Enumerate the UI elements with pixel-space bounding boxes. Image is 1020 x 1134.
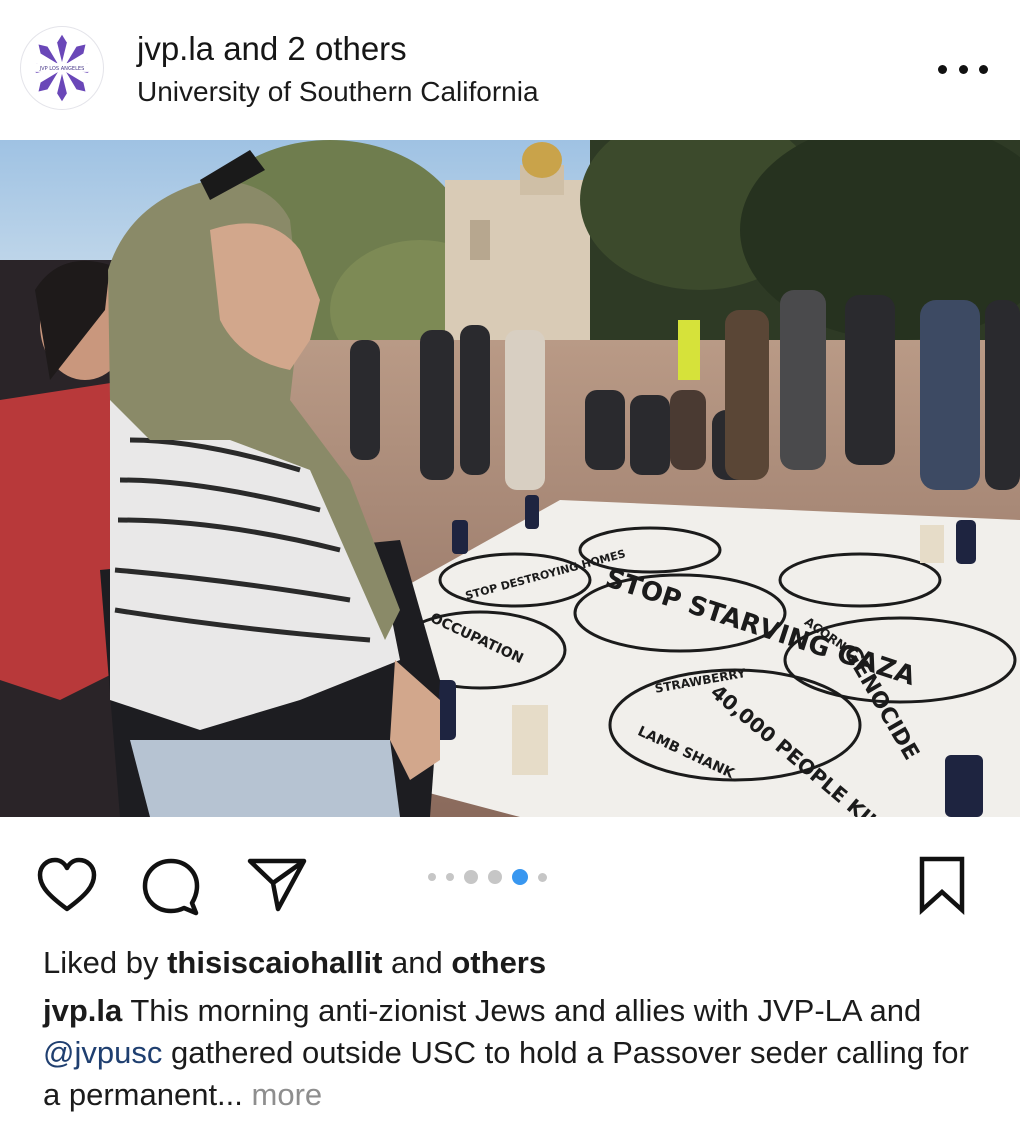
comment-icon[interactable] (140, 855, 202, 917)
caption-author-link[interactable]: jvp.la (43, 993, 122, 1028)
carousel-dot (428, 873, 436, 881)
post-location[interactable]: University of Southern California (137, 75, 539, 109)
account-name[interactable]: jvp.la and 2 others (137, 30, 407, 68)
caption-text-part-1: This morning anti-zionist Jews and allie… (122, 993, 922, 1028)
account-avatar[interactable]: JVP LOS ANGELES (20, 26, 104, 110)
share-icon[interactable] (246, 853, 308, 915)
liked-by-others-link[interactable]: others (451, 945, 546, 980)
post-caption: Liked by thisiscaiohallit and others jvp… (43, 942, 993, 1116)
mention-link[interactable]: @jvpusc (43, 1035, 162, 1070)
post-header: JVP LOS ANGELES jvp.la and 2 others Univ… (0, 0, 1020, 140)
bookmark-icon[interactable] (914, 854, 970, 916)
liked-by-label: Liked by (43, 945, 168, 980)
carousel-dot-active (512, 869, 528, 885)
post-photo[interactable]: STOP STARVING GAZA GENOCIDE 40,000 PEOPL… (0, 140, 1020, 817)
carousel-dot (488, 870, 502, 884)
carousel-dot (446, 873, 454, 881)
carousel-indicator (428, 869, 547, 885)
caption-text: jvp.la This morning anti-zionist Jews an… (43, 990, 993, 1116)
action-bar (0, 817, 1020, 937)
heart-icon[interactable] (36, 855, 98, 917)
likes-summary: Liked by thisiscaiohallit and others (43, 942, 993, 990)
more-link[interactable]: more (243, 1077, 323, 1112)
liked-by-user-link[interactable]: thisiscaiohallit (167, 945, 382, 980)
logo-text: JVP LOS ANGELES (39, 66, 85, 72)
liked-by-and: and (382, 945, 452, 980)
carousel-dot (464, 870, 478, 884)
dot (938, 64, 947, 74)
dot (979, 64, 988, 74)
more-dots-icon[interactable] (938, 52, 988, 86)
dot (958, 64, 968, 74)
jvp-logo-icon: JVP LOS ANGELES (26, 34, 98, 102)
carousel-dot (538, 872, 547, 882)
caption-text-part-2: gathered outside USC to hold a Passover … (43, 1035, 969, 1112)
